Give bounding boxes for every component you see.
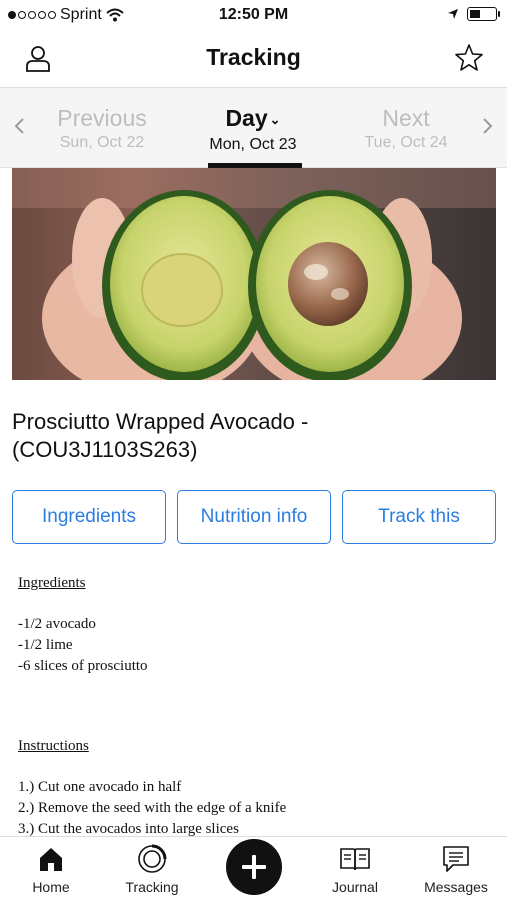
ingredients-list: -1/2 avocado -1/2 lime -6 slices of pros… bbox=[18, 614, 148, 677]
tab-home[interactable]: Home bbox=[1, 843, 101, 895]
tab-messages-label: Messages bbox=[424, 879, 488, 895]
date-selector: Previous Sun, Oct 22 Day ⌄ Mon, Oct 23 Ne… bbox=[0, 88, 507, 168]
ingredient-item: -6 slices of prosciutto bbox=[18, 658, 148, 674]
next-day-button[interactable]: Next Tue, Oct 24 bbox=[326, 104, 486, 152]
tab-home-label: Home bbox=[32, 879, 70, 895]
instructions-list: 1.) Cut one avocado in half 2.) Remove t… bbox=[18, 777, 286, 840]
instruction-item: 2.) Remove the seed with the edge of a k… bbox=[18, 800, 287, 816]
current-day-selector[interactable]: Day ⌄ Mon, Oct 23 bbox=[173, 104, 333, 154]
track-this-button[interactable]: Track this bbox=[342, 490, 496, 544]
plus-icon bbox=[242, 855, 266, 879]
next-label: Next bbox=[382, 105, 430, 131]
instructions-heading: Instructions bbox=[18, 738, 89, 754]
tab-tracking-label: Tracking bbox=[125, 879, 179, 895]
ingredient-item: -1/2 avocado bbox=[18, 616, 96, 632]
favorite-button[interactable] bbox=[451, 40, 487, 76]
avocado-photo bbox=[12, 168, 496, 380]
recipe-title: Prosciutto Wrapped Avocado - (COU3J1103S… bbox=[12, 409, 309, 462]
current-label: Day bbox=[225, 105, 268, 131]
battery-icon bbox=[467, 7, 500, 21]
previous-label: Previous bbox=[57, 105, 147, 131]
chevron-down-icon: ⌄ bbox=[269, 111, 281, 127]
home-icon bbox=[40, 848, 62, 871]
page-title: Tracking bbox=[206, 44, 301, 70]
nav-header: Tracking bbox=[0, 30, 507, 88]
previous-day-button[interactable]: Previous Sun, Oct 22 bbox=[22, 104, 182, 152]
tab-journal[interactable]: Journal bbox=[305, 843, 405, 895]
ingredients-button[interactable]: Ingredients bbox=[12, 490, 166, 544]
current-date: Mon, Oct 23 bbox=[209, 135, 297, 153]
ingredients-heading: Ingredients bbox=[18, 575, 86, 591]
action-buttons: Ingredients Nutrition info Track this bbox=[12, 490, 496, 544]
tracking-icon bbox=[138, 844, 167, 873]
instruction-item: 1.) Cut one avocado in half bbox=[18, 779, 182, 795]
ingredient-item: -1/2 lime bbox=[18, 637, 73, 653]
messages-icon bbox=[443, 846, 469, 872]
star-icon bbox=[455, 44, 483, 71]
status-right bbox=[447, 7, 500, 21]
location-arrow-icon bbox=[448, 9, 458, 19]
next-date: Tue, Oct 24 bbox=[364, 134, 448, 151]
chevron-right-icon[interactable] bbox=[477, 116, 497, 136]
journal-icon bbox=[340, 848, 370, 871]
tab-tracking[interactable]: Tracking bbox=[102, 843, 202, 895]
tab-journal-label: Journal bbox=[332, 879, 378, 895]
add-button[interactable] bbox=[226, 839, 282, 895]
previous-date: Sun, Oct 22 bbox=[59, 134, 145, 151]
recipe-image bbox=[12, 168, 496, 380]
status-time: 12:50 PM bbox=[218, 6, 289, 23]
status-bar: Sprint 12:50 PM bbox=[0, 0, 507, 30]
tab-messages[interactable]: Messages bbox=[406, 843, 506, 895]
nutrition-info-button[interactable]: Nutrition info bbox=[177, 490, 331, 544]
